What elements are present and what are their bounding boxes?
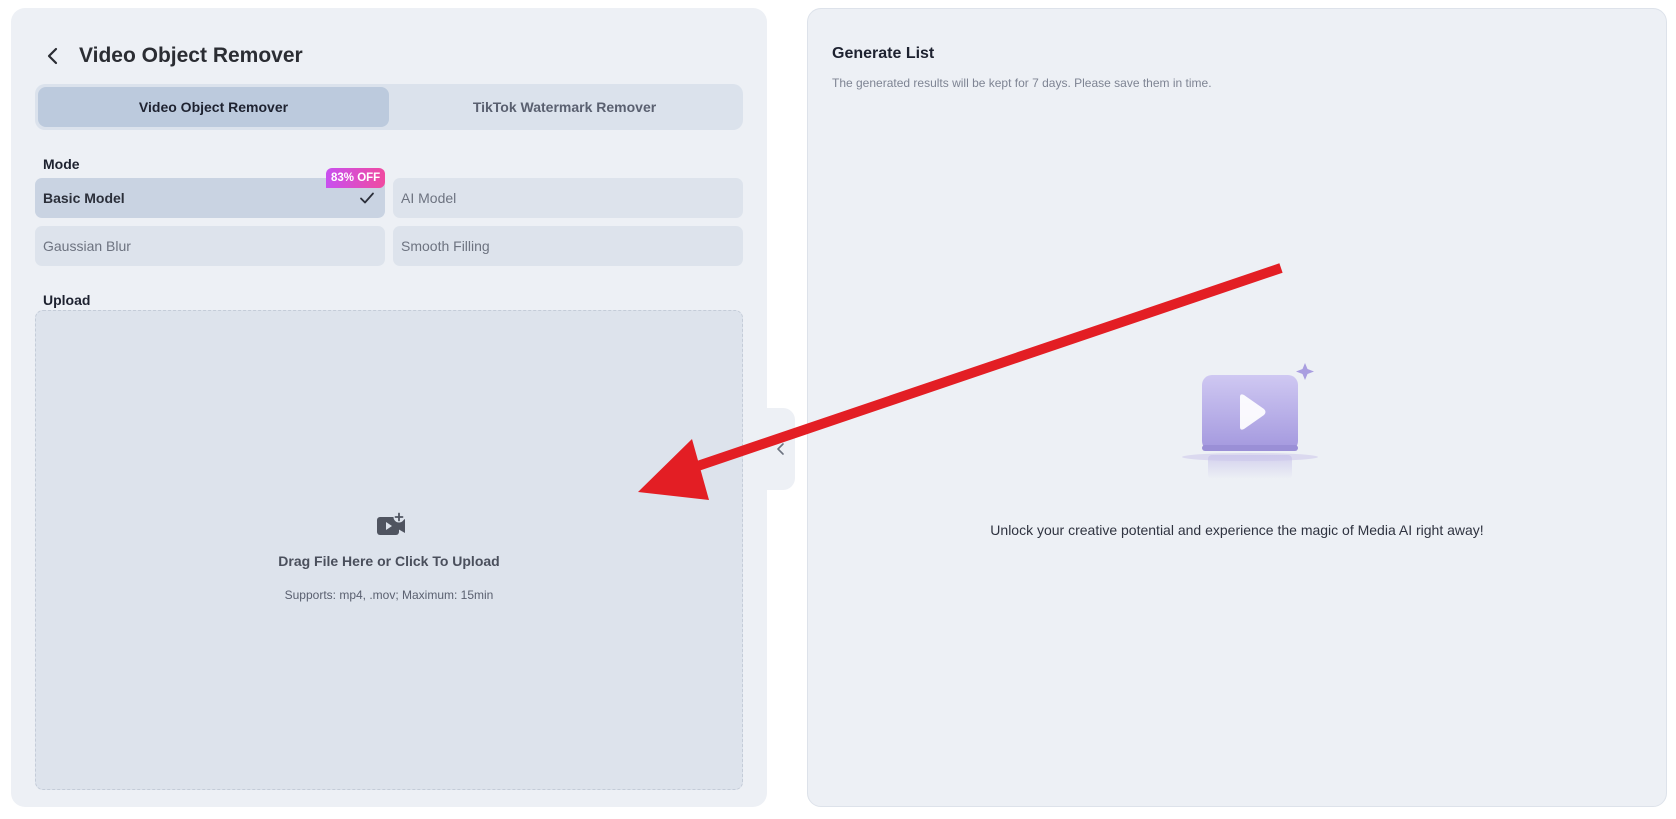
generate-list-subtitle: The generated results will be kept for 7…	[832, 76, 1212, 90]
generate-list-title: Generate List	[832, 45, 935, 62]
tab-video-object-remover[interactable]: Video Object Remover	[38, 87, 389, 127]
mode-option-label: Smooth Filling	[401, 238, 490, 254]
back-chevron-icon[interactable]	[39, 42, 67, 70]
upload-dropzone[interactable]: Drag File Here or Click To Upload Suppor…	[35, 310, 743, 790]
upload-prompt: Drag File Here or Click To Upload	[278, 553, 500, 569]
empty-state-message: Unlock your creative potential and exper…	[990, 522, 1484, 538]
mode-option-smooth-filling[interactable]: Smooth Filling	[393, 226, 743, 266]
tab-tiktok-watermark-remover[interactable]: TikTok Watermark Remover	[389, 87, 740, 127]
mode-option-label: Basic Model	[43, 190, 125, 206]
check-icon	[360, 192, 374, 204]
discount-badge: 83% OFF	[326, 168, 386, 188]
app-root: Video Object Remover Video Object Remove…	[0, 0, 1676, 819]
tool-tabs: Video Object Remover TikTok Watermark Re…	[35, 84, 743, 130]
header: Video Object Remover	[39, 38, 303, 74]
mode-option-ai-model[interactable]: AI Model	[393, 178, 743, 218]
upload-label: Upload	[43, 292, 91, 308]
generate-list-panel: Generate List The generated results will…	[807, 8, 1667, 807]
mode-option-label: AI Model	[401, 190, 457, 206]
video-add-icon	[377, 511, 405, 535]
page-title: Video Object Remover	[79, 44, 303, 67]
upload-hint: Supports: mp4, .mov; Maximum: 15min	[284, 588, 494, 602]
left-panel: Video Object Remover Video Object Remove…	[11, 8, 767, 807]
chevron-left-icon	[777, 443, 784, 455]
mode-option-label: Gaussian Blur	[43, 238, 131, 254]
mode-label: Mode	[43, 156, 80, 172]
collapse-panel-handle[interactable]	[767, 408, 795, 490]
mode-option-gaussian-blur[interactable]: Gaussian Blur	[35, 226, 385, 266]
play-video-icon	[1182, 363, 1318, 479]
